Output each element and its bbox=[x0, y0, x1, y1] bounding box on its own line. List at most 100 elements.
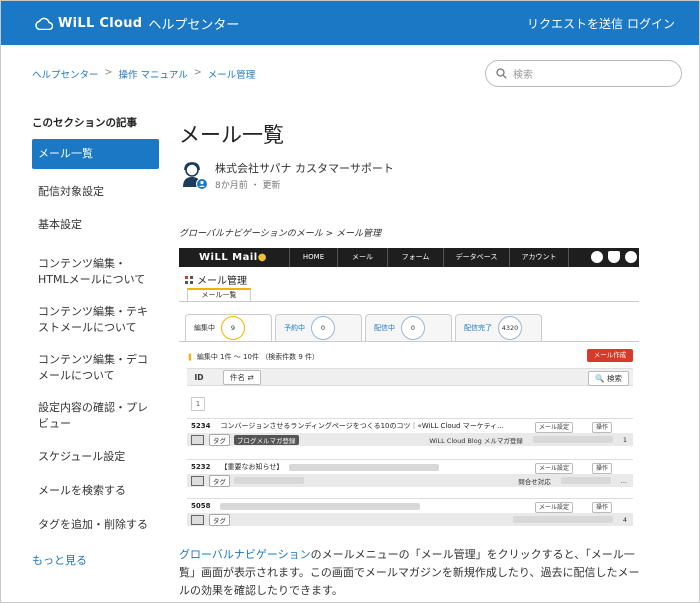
editing-info-text: 編集中 1件 ～ 10件 （検索件数 9 件） bbox=[196, 352, 320, 361]
row-subject: コンバージョンさせるランディングページをつくる10のコツ｜«WiLL Cloud… bbox=[220, 422, 504, 430]
article-body: グローバルナビゲーションのメールメニューの「メール管理」をクリックすると、「メー… bbox=[179, 546, 649, 600]
tag-chip: ブログメルマガ登録 bbox=[234, 434, 299, 445]
search-input[interactable]: 検索 bbox=[485, 60, 682, 87]
blurred-text bbox=[560, 477, 611, 484]
author-name: 株式会社サパナ カスタマーサポート bbox=[215, 162, 394, 175]
col-subject-label: 件名 bbox=[230, 372, 245, 382]
shot-search-button: 🔍 検索 bbox=[588, 371, 629, 386]
breadcrumb-item[interactable]: ヘルプセンター bbox=[32, 67, 99, 81]
row-subject: 【重要なお知らせ】 bbox=[220, 463, 284, 471]
brand-name: WiLL Cloud bbox=[58, 16, 143, 31]
mail-settings-button: メール設定 bbox=[535, 502, 574, 513]
status-count: 9 bbox=[221, 316, 245, 340]
sidebar-item[interactable]: スケジュール設定 bbox=[32, 443, 159, 471]
list-name: 問合せ対応 bbox=[518, 477, 551, 486]
author-avatar bbox=[183, 162, 208, 190]
sidebar-item[interactable]: タグを追加・削除する bbox=[32, 511, 159, 539]
blurred-text bbox=[234, 477, 304, 484]
operations-button: 操作 bbox=[592, 463, 613, 474]
sidebar-item[interactable]: コンテンツ編集・HTMLメールについて bbox=[32, 250, 159, 294]
status-count: 4320 bbox=[498, 316, 522, 340]
cloud-icon bbox=[35, 17, 53, 30]
mail-thumbnail bbox=[191, 435, 204, 445]
meta-separator: ・ bbox=[250, 181, 260, 191]
global-nav-link[interactable]: グローバルナビゲーション bbox=[179, 548, 311, 561]
blurred-text bbox=[220, 502, 421, 510]
operations-button: 操作 bbox=[592, 422, 613, 433]
list-name: WiLL Cloud Blog メルマガ登録 bbox=[429, 436, 523, 445]
willmail-navbar: WiLL Mail● HOME メール フォーム データベース アカウント bbox=[179, 248, 639, 267]
status-label: 予約中 bbox=[284, 324, 305, 332]
status-count: 0 bbox=[401, 316, 425, 340]
tag-label: タグ bbox=[209, 474, 230, 487]
mail-thumbnail bbox=[191, 515, 204, 525]
divider bbox=[179, 341, 639, 342]
article-meta: 8か月前 ・ 更新 bbox=[215, 178, 281, 191]
sidebar-item[interactable]: コンテンツ編集・デコメールについて bbox=[32, 346, 159, 390]
sidebar-item[interactable]: メールを検索する bbox=[32, 477, 159, 505]
page-number: 1 bbox=[191, 397, 205, 411]
shot-tab-mail-list: メール一覧 bbox=[187, 288, 251, 302]
nav-database: データベース bbox=[443, 248, 509, 267]
pencil-icon: ❚ bbox=[187, 352, 193, 361]
nav-mail: メール bbox=[337, 248, 387, 267]
blurred-text bbox=[289, 463, 440, 471]
article-updated: 更新 bbox=[262, 181, 281, 191]
willmail-logo-text: WiLL Mail bbox=[199, 252, 258, 263]
recipient-count: 4 bbox=[622, 515, 627, 524]
sidebar-item[interactable]: 配信対象設定 bbox=[32, 178, 159, 206]
nav-form: フォーム bbox=[387, 248, 443, 267]
operations-button: 操作 bbox=[592, 502, 613, 513]
logo[interactable]: WiLL Cloud ヘルプセンター bbox=[35, 14, 239, 33]
login-link[interactable]: ログイン bbox=[627, 15, 675, 32]
breadcrumb-item[interactable]: 操作 マニュアル bbox=[118, 67, 187, 81]
tag-label: タグ bbox=[209, 433, 230, 446]
grid-icon bbox=[185, 275, 193, 284]
breadcrumb: ヘルプセンター > 操作 マニュアル > メール管理 bbox=[32, 67, 255, 81]
breadcrumb-item[interactable]: メール管理 bbox=[208, 67, 256, 81]
mail-settings-button: メール設定 bbox=[535, 422, 574, 433]
nav-path-caption: グローバルナビゲーションのメール > メール管理 bbox=[179, 229, 381, 239]
status-count: 0 bbox=[311, 316, 335, 340]
shot-page-title: メール管理 bbox=[185, 272, 247, 287]
recipient-count: 1 bbox=[622, 435, 627, 444]
editing-info: ❚ 編集中 1件 ～ 10件 （検索件数 9 件） bbox=[179, 349, 639, 364]
status-tab-done: 配信完了 4320 bbox=[455, 314, 542, 341]
article-title: メール一覧 bbox=[179, 123, 284, 147]
search-placeholder: 検索 bbox=[513, 70, 533, 81]
help-page: WiLL Cloud ヘルプセンター リクエストを送信 ログイン ヘルプセンター… bbox=[0, 0, 700, 603]
sidebar-item[interactable]: 設定内容の確認・プレビュー bbox=[32, 394, 159, 438]
user-icon bbox=[625, 251, 637, 263]
mail-thumbnail bbox=[191, 476, 204, 486]
bell-icon bbox=[608, 251, 620, 263]
help-center-label: ヘルプセンター bbox=[148, 18, 240, 33]
recipient-count: ... bbox=[620, 476, 627, 485]
request-link[interactable]: リクエストを送信 bbox=[527, 15, 623, 32]
status-tab-reserved: 予約中 0 bbox=[275, 314, 362, 341]
status-tab-sending: 配信中 0 bbox=[365, 314, 452, 341]
see-more-link[interactable]: もっと見る bbox=[32, 552, 87, 568]
status-tab-editing: 編集中 9 bbox=[185, 314, 272, 341]
sidebar-item[interactable]: コンテンツ編集・テキストメールについて bbox=[32, 298, 159, 342]
section-article-list: メール一覧 配信対象設定 基本設定 コンテンツ編集・HTMLメールについて コン… bbox=[32, 139, 159, 539]
sidebar-item[interactable]: 基本設定 bbox=[32, 211, 159, 239]
site-header: WiLL Cloud ヘルプセンター リクエストを送信 ログイン bbox=[1, 1, 699, 45]
breadcrumb-separator: > bbox=[104, 67, 113, 78]
col-subject-sort: 件名 ⇄ bbox=[223, 369, 261, 385]
col-id: ID bbox=[194, 372, 204, 382]
divider bbox=[179, 301, 639, 302]
blurred-text bbox=[512, 516, 613, 523]
tag-label: タグ bbox=[209, 513, 230, 526]
status-label: 配信中 bbox=[374, 324, 395, 332]
table-row: 5234 コンバージョンさせるランディングページをつくる10のコツ｜«WiLL C… bbox=[187, 418, 633, 446]
blurred-text bbox=[532, 436, 613, 443]
sidebar-item-mail-list[interactable]: メール一覧 bbox=[32, 139, 159, 169]
row-id: 5232 bbox=[191, 463, 211, 471]
breadcrumb-separator: > bbox=[193, 67, 202, 78]
table-header: ID 件名 ⇄ 🔍 検索 bbox=[187, 368, 633, 386]
mail-list-screenshot: WiLL Mail● HOME メール フォーム データベース アカウント メー… bbox=[179, 248, 639, 534]
shot-title-text: メール管理 bbox=[197, 276, 247, 287]
table-row: 5058 メール設定 操作 タグ 4 bbox=[187, 498, 633, 526]
help-icon bbox=[591, 251, 603, 263]
new-mail-button: メール作成 bbox=[587, 349, 633, 362]
